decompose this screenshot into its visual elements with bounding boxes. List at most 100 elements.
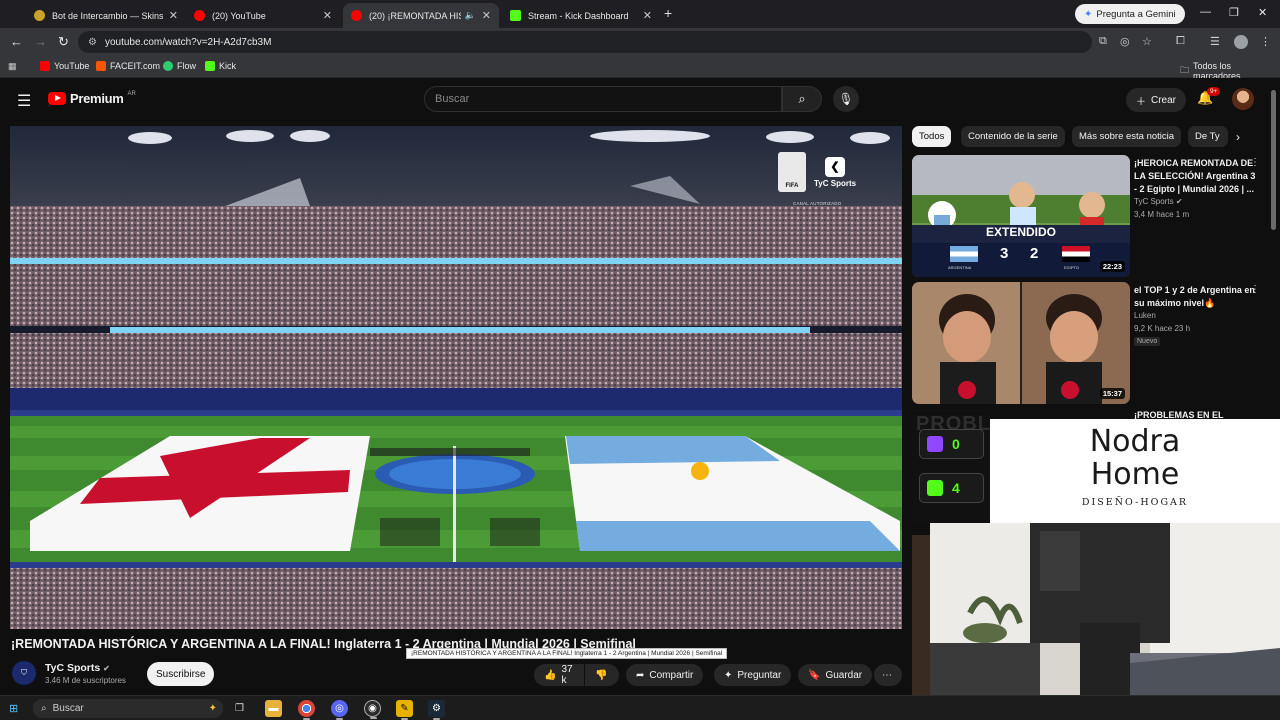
- gemini-label: Pregunta a Gemini: [1096, 8, 1176, 20]
- share-arrow-icon: ➦: [636, 669, 645, 681]
- close-tab-icon[interactable]: ✕: [643, 9, 652, 22]
- tab-kick-dashboard[interactable]: Stream - Kick Dashboard ✕: [502, 3, 660, 28]
- kick-icon: [927, 480, 943, 496]
- sponsor-name-line1: Nodra: [1089, 424, 1181, 459]
- region-code: AR: [127, 90, 136, 97]
- extensions-icon[interactable]: ⧠: [1176, 35, 1185, 48]
- video-player[interactable]: [10, 126, 902, 629]
- youtube-premium-logo[interactable]: Premium AR: [48, 91, 136, 106]
- taskbar-search-input[interactable]: ⌕ Buscar ✦: [33, 699, 223, 718]
- notification-count-badge: 9+: [1207, 87, 1221, 96]
- like-button[interactable]: 👍 37 k: [534, 664, 584, 686]
- tyc-shield-icon: ⛉: [21, 668, 27, 677]
- verified-icon: ✔: [103, 664, 110, 673]
- stadium-video-frame: [10, 126, 902, 629]
- ask-gemini-button[interactable]: ✦ Pregunta a Gemini: [1075, 4, 1185, 24]
- chrome-icon[interactable]: [298, 700, 315, 720]
- new-tab-button[interactable]: +: [664, 5, 672, 21]
- profile-avatar[interactable]: [1234, 35, 1248, 49]
- recommended-channel[interactable]: Luken: [1134, 311, 1156, 320]
- maximize-icon[interactable]: ❐: [1229, 6, 1239, 19]
- search-input[interactable]: Buscar: [424, 86, 782, 112]
- ask-button[interactable]: ✦ Preguntar: [714, 664, 792, 686]
- recommended-title[interactable]: ¡HEROICA REMONTADA DE LA SELECCIÓN! Arge…: [1134, 157, 1260, 196]
- close-tab-icon[interactable]: ✕: [169, 9, 178, 22]
- chevron-right-icon[interactable]: ›: [1236, 130, 1240, 144]
- minimize-icon[interactable]: —: [1200, 6, 1211, 18]
- video-duration: 22:23: [1099, 261, 1125, 272]
- pencil-app-icon[interactable]: ✎: [396, 700, 413, 720]
- account-avatar[interactable]: [1232, 88, 1254, 110]
- recommended-video[interactable]: 15:37 el TOP 1 y 2 de Argentina en su má…: [912, 282, 1260, 404]
- bookmark-icon: 🔖: [808, 669, 821, 681]
- address-toolbar: ← → ↻ ⚙ youtube.com/watch?v=2H-A2d7cb3M …: [0, 28, 1280, 56]
- chip-from-tyc[interactable]: De Ty: [1188, 126, 1228, 147]
- search-icon: ⌕: [41, 703, 47, 714]
- plus-icon: ＋: [1136, 96, 1146, 108]
- kick-icon: [205, 61, 215, 71]
- thumbnail-image: [912, 155, 1130, 277]
- apps-grid-icon[interactable]: ▦: [8, 61, 17, 72]
- chip-more-about-news[interactable]: Más sobre esta noticia: [1072, 126, 1182, 147]
- chip-all[interactable]: Todos: [912, 126, 952, 147]
- more-vertical-icon[interactable]: ⋮: [1250, 157, 1260, 168]
- voice-search-button[interactable]: 🎙: [833, 86, 859, 112]
- page-scrollbar[interactable]: [1271, 90, 1276, 230]
- video-thumbnail[interactable]: 15:37: [912, 282, 1130, 404]
- score-right: 2: [1030, 245, 1039, 262]
- eye-off-icon[interactable]: ◎: [1120, 35, 1130, 48]
- recommended-title[interactable]: ¡PROBLEMAS EN EL: [1134, 409, 1256, 419]
- tyc-sports-logo: ❮ TyC Sports: [814, 156, 856, 188]
- steam-icon[interactable]: ⚙: [428, 700, 445, 720]
- subscribe-button[interactable]: Suscribirse: [147, 662, 215, 686]
- channel-name[interactable]: TyC Sports ✔: [45, 662, 110, 674]
- back-arrow-icon[interactable]: ←: [10, 34, 23, 49]
- reload-icon[interactable]: ↻: [58, 34, 69, 50]
- more-actions-button[interactable]: ⋯: [874, 664, 902, 686]
- url-bar[interactable]: ⚙ youtube.com/watch?v=2H-A2d7cb3M: [78, 31, 1092, 53]
- create-button[interactable]: ＋ Crear: [1126, 88, 1187, 112]
- close-window-icon[interactable]: ✕: [1258, 6, 1267, 19]
- search-button[interactable]: ⌕: [782, 86, 822, 112]
- site-info-icon[interactable]: ⚙: [88, 37, 97, 48]
- broadcaster-watermark: FIFA ❮ TyC Sports: [778, 152, 856, 192]
- save-button[interactable]: 🔖 Guardar: [798, 664, 873, 686]
- recommended-channel[interactable]: TyC Sports ✔: [1134, 197, 1183, 206]
- bookmark-star-icon[interactable]: ☆: [1142, 35, 1152, 48]
- dislike-button[interactable]: 👎: [585, 664, 619, 686]
- recommended-title[interactable]: el TOP 1 y 2 de Argentina en su máximo n…: [1134, 284, 1260, 310]
- recommended-video[interactable]: EXTENDIDO 3 2 ARGENTINA EGIPTO 22:23 ¡HE…: [912, 155, 1260, 277]
- tab-search-icon[interactable]: ☰: [1210, 35, 1220, 48]
- windows-start-icon[interactable]: ⊞: [9, 702, 18, 715]
- more-vertical-icon[interactable]: ⋮: [1250, 284, 1260, 295]
- chip-series-content[interactable]: Contenido de la serie: [961, 126, 1065, 147]
- menu-hamburger-icon[interactable]: ☰: [17, 91, 31, 111]
- speaker-icon[interactable]: 🔈: [465, 10, 476, 21]
- bookmark-faceit[interactable]: FACEIT.com: [96, 61, 160, 71]
- tab-title: Bot de Intercambio — SkinsMo: [52, 10, 163, 21]
- discord-icon[interactable]: ◎: [331, 700, 348, 720]
- tab-skinsmonkey[interactable]: Bot de Intercambio — SkinsMo ✕: [26, 3, 186, 28]
- webcam-image: [930, 523, 1280, 700]
- video-thumbnail[interactable]: EXTENDIDO 3 2 ARGENTINA EGIPTO 22:23: [912, 155, 1130, 277]
- sponsor-tagline: DISEÑO-HOGAR: [1081, 497, 1189, 508]
- cast-icon[interactable]: ⧉: [1099, 35, 1107, 48]
- close-tab-icon[interactable]: ✕: [323, 9, 332, 22]
- forward-arrow-icon[interactable]: →: [34, 34, 47, 49]
- task-view-icon[interactable]: ❒: [231, 700, 248, 717]
- share-button[interactable]: ➦ Compartir: [626, 664, 704, 686]
- bookmark-flow[interactable]: Flow: [163, 61, 196, 71]
- bookmark-youtube[interactable]: YouTube: [40, 61, 89, 71]
- file-explorer-icon[interactable]: ▬: [265, 700, 282, 717]
- microphone-icon: 🎙: [838, 92, 854, 106]
- share-label: Compartir: [649, 669, 694, 681]
- tab-youtube-home[interactable]: (20) YouTube ✕: [186, 3, 340, 28]
- channel-avatar[interactable]: ⛉: [12, 661, 36, 685]
- tab-title: (20) YouTube: [212, 10, 266, 21]
- obs-icon[interactable]: ◉: [364, 700, 381, 719]
- bookmark-label: Kick: [219, 61, 237, 71]
- close-tab-icon[interactable]: ✕: [482, 9, 491, 22]
- chrome-menu-icon[interactable]: ⋮: [1260, 35, 1271, 48]
- tab-current-video[interactable]: (20) ¡REMONTADA HISTÓRI 🔈 ✕: [343, 3, 499, 28]
- bookmark-kick[interactable]: Kick: [205, 61, 236, 71]
